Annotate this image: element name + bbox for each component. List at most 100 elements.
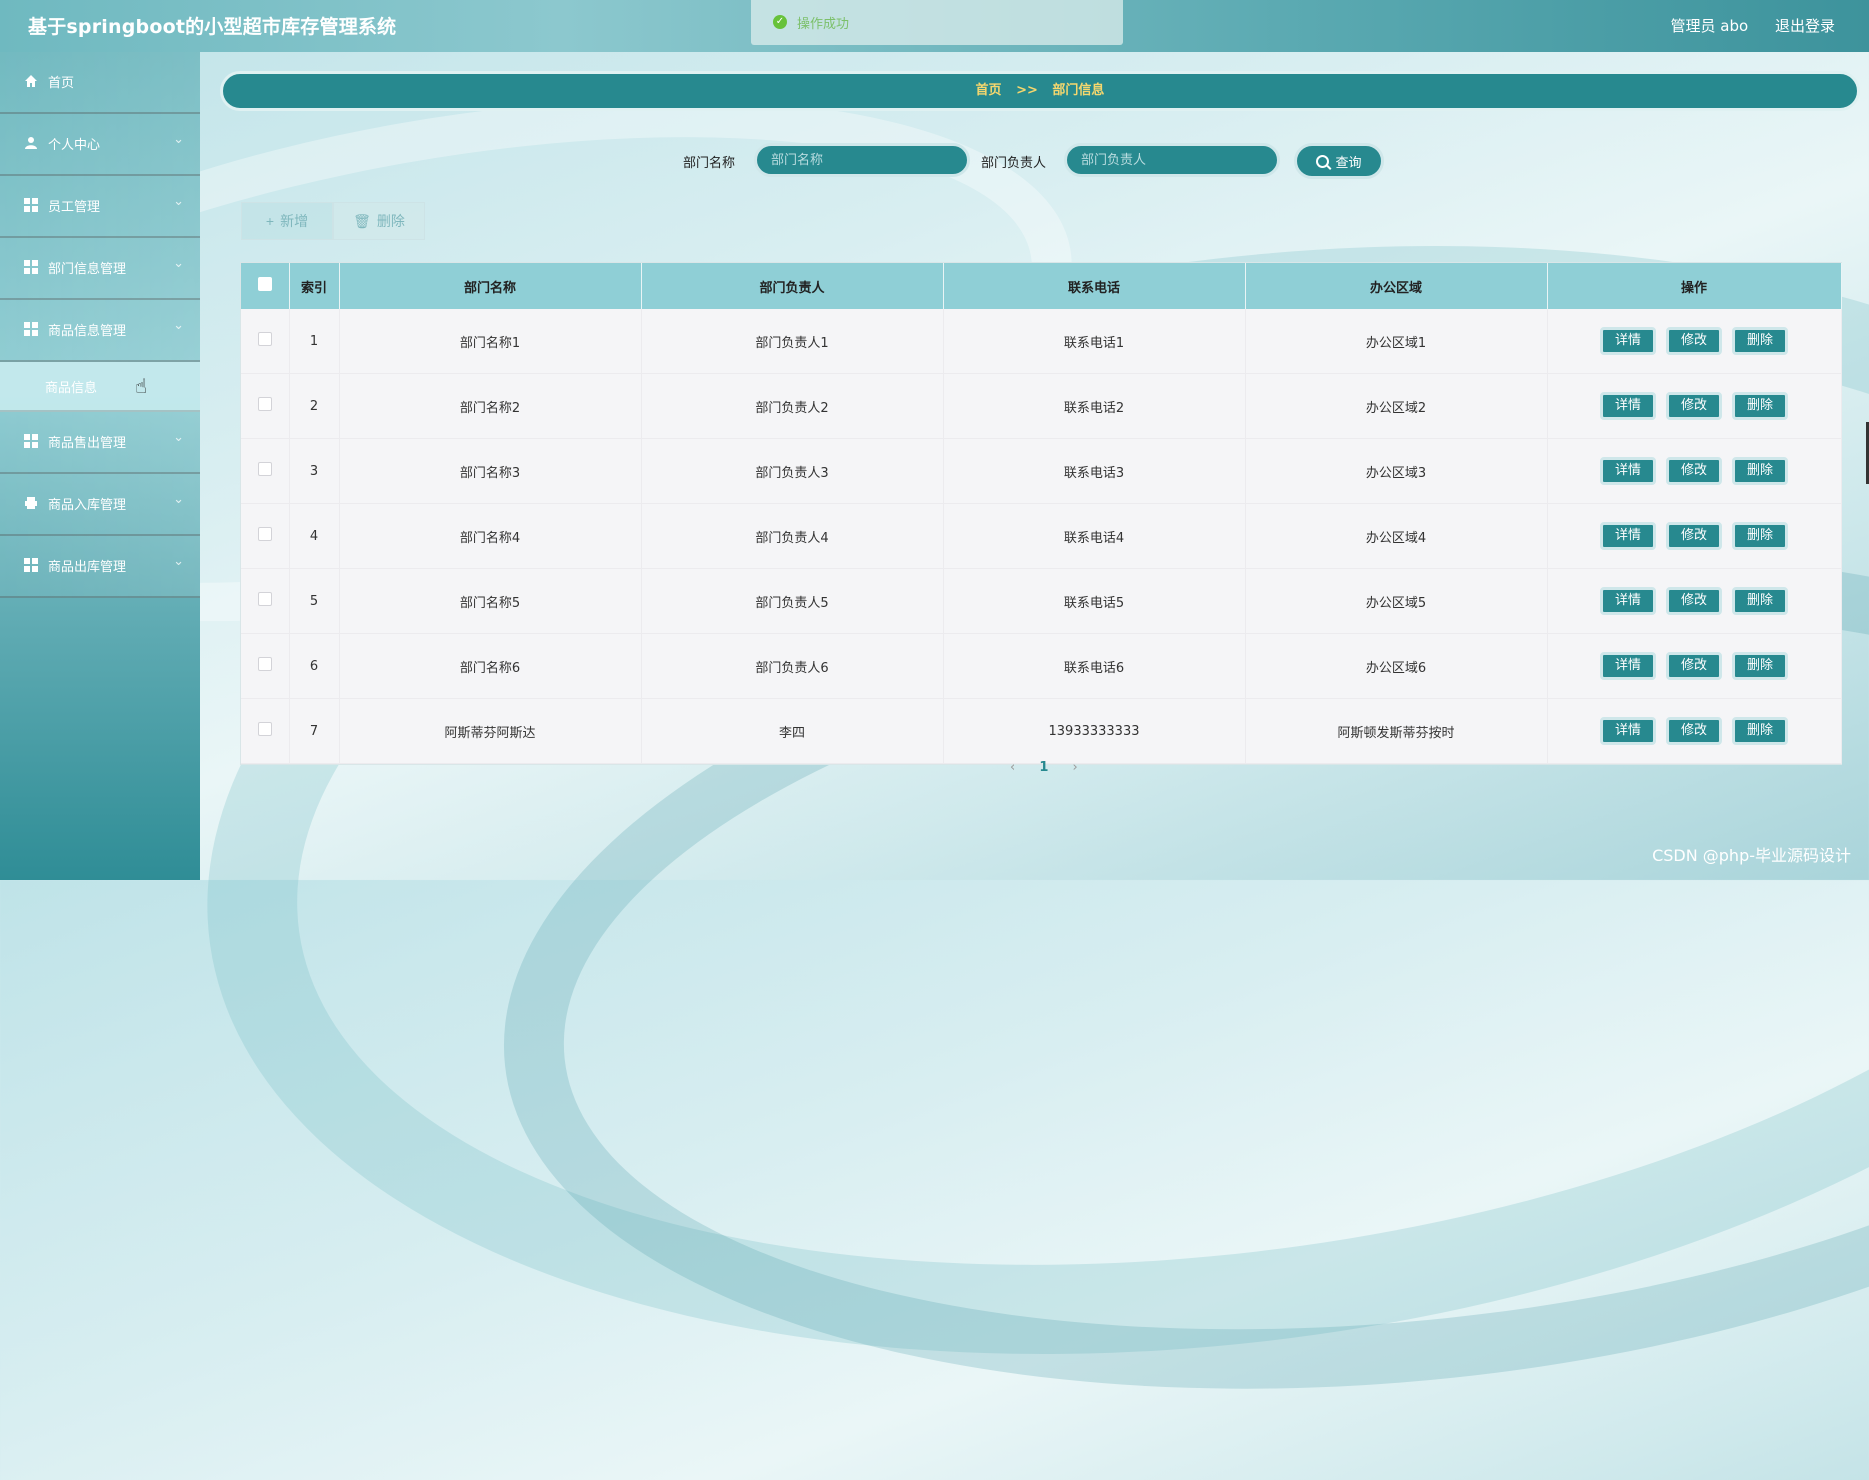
table-row: 2 部门名称2 部门负责人2 联系电话2 办公区域2 详情 修改 删除 [241, 373, 1842, 439]
next-page-button[interactable]: › [1073, 760, 1078, 775]
sidebar-item-sales-management[interactable]: 商品售出管理 ⌄ [0, 412, 200, 474]
cell-index: 5 [289, 568, 340, 634]
chevron-down-icon: ⌄ [173, 256, 184, 271]
printer-icon [25, 497, 37, 509]
cell-dept-name: 部门名称5 [339, 568, 642, 634]
sidebar: 首页 个人中心 ⌄ 员工管理 ⌄ 部门信息管理 ⌄ 商品信息管理 ⌄ 商品信息 … [0, 52, 200, 880]
cell-office-area: 办公区域2 [1245, 373, 1548, 439]
row-checkbox[interactable] [257, 722, 272, 736]
sidebar-item-employee-management[interactable]: 员工管理 ⌄ [0, 176, 200, 238]
table-row: 5 部门名称5 部门负责人5 联系电话5 办公区域5 详情 修改 删除 [241, 568, 1842, 634]
row-checkbox[interactable] [257, 657, 272, 671]
row-select-cell[interactable] [241, 438, 290, 504]
detail-button[interactable]: 详情 [1600, 392, 1656, 420]
row-checkbox[interactable] [257, 592, 272, 606]
row-checkbox[interactable] [257, 527, 272, 541]
row-select-cell[interactable] [241, 309, 290, 374]
row-select-cell[interactable] [241, 373, 290, 439]
edit-button[interactable]: 修改 [1666, 327, 1722, 355]
cell-operations: 详情 修改 删除 [1547, 633, 1842, 699]
cell-phone: 联系电话5 [943, 568, 1246, 634]
cell-operations: 详情 修改 删除 [1547, 438, 1842, 504]
page-number[interactable]: 1 [1039, 760, 1048, 775]
row-select-cell[interactable] [241, 698, 290, 764]
detail-button[interactable]: 详情 [1600, 327, 1656, 355]
query-button[interactable]: 查询 [1294, 143, 1384, 179]
table-row: 6 部门名称6 部门负责人6 联系电话6 办公区域6 详情 修改 删除 [241, 633, 1842, 699]
grid-icon [24, 260, 38, 274]
delete-button[interactable]: 删除 [1732, 717, 1788, 745]
delete-button[interactable]: 删除 [1732, 652, 1788, 680]
edit-button[interactable]: 修改 [1666, 392, 1722, 420]
row-select-cell[interactable] [241, 503, 290, 569]
table-row: 7 阿斯蒂芬阿斯达 李四 13933333333 阿斯顿发斯蒂芬按时 详情 修改 删除 [241, 698, 1842, 764]
delete-button[interactable]: 删除 [1732, 392, 1788, 420]
detail-button[interactable]: 详情 [1600, 457, 1656, 485]
detail-button[interactable]: 详情 [1600, 717, 1656, 745]
sidebar-item-department-management[interactable]: 部门信息管理 ⌄ [0, 238, 200, 300]
row-select-cell[interactable] [241, 633, 290, 699]
cell-dept-name: 部门名称4 [339, 503, 642, 569]
header-user-area: 管理员 abo 退出登录 [1649, 15, 1835, 36]
grid-icon [24, 558, 38, 572]
department-table: 索引 部门名称 部门负责人 联系电话 办公区域 操作 1 部门名称1 部门负责人1 联… [240, 262, 1842, 765]
dept-name-input[interactable] [754, 143, 970, 177]
sidebar-item-personal-center[interactable]: 个人中心 ⌄ [0, 114, 200, 176]
cell-dept-name: 部门名称6 [339, 633, 642, 699]
grid-icon [24, 198, 38, 212]
sidebar-item-label: 部门信息管理 [48, 262, 127, 277]
cell-index: 6 [289, 633, 340, 699]
edit-button[interactable]: 修改 [1666, 587, 1722, 615]
grid-icon [24, 322, 38, 336]
dept-head-label: 部门负责人 [981, 156, 1047, 171]
table-header-row: 索引 部门名称 部门负责人 联系电话 办公区域 操作 [241, 263, 1842, 309]
row-checkbox[interactable] [257, 332, 272, 346]
cell-index: 3 [289, 438, 340, 504]
grid-icon [24, 434, 38, 448]
delete-button[interactable]: 删除 [1732, 587, 1788, 615]
edit-button[interactable]: 修改 [1666, 717, 1722, 745]
cell-index: 1 [289, 309, 340, 374]
sidebar-item-stock-out-management[interactable]: 商品出库管理 ⌄ [0, 536, 200, 598]
cell-operations: 详情 修改 删除 [1547, 309, 1842, 374]
edit-button[interactable]: 修改 [1666, 457, 1722, 485]
breadcrumb-home[interactable]: 首页 [976, 83, 1002, 98]
chevron-down-icon: ⌄ [173, 430, 184, 445]
row-checkbox[interactable] [257, 462, 272, 476]
cell-dept-name: 阿斯蒂芬阿斯达 [339, 698, 642, 764]
chevron-down-icon: ⌄ [173, 194, 184, 209]
table-row: 4 部门名称4 部门负责人4 联系电话4 办公区域4 详情 修改 删除 [241, 503, 1842, 569]
sidebar-subitem-product-info[interactable]: 商品信息 ☝ [0, 362, 200, 412]
sidebar-item-label: 商品信息管理 [48, 324, 127, 339]
cell-index: 7 [289, 698, 340, 764]
add-button-label: 新增 [280, 213, 309, 229]
toast-message: 操作成功 [797, 17, 850, 32]
sidebar-item-product-management[interactable]: 商品信息管理 ⌄ [0, 300, 200, 362]
delete-button[interactable]: 删除 [1732, 457, 1788, 485]
add-button[interactable]: + 新增 [241, 202, 333, 240]
cell-office-area: 办公区域1 [1245, 309, 1548, 374]
row-checkbox[interactable] [257, 397, 272, 411]
delete-button[interactable]: 删除 [1732, 327, 1788, 355]
prev-page-button[interactable]: ‹ [1010, 760, 1015, 775]
cell-phone: 联系电话4 [943, 503, 1246, 569]
breadcrumb-separator: >> [1016, 83, 1038, 98]
dept-head-input[interactable] [1064, 143, 1280, 177]
cell-dept-head: 部门负责人4 [641, 503, 944, 569]
delete-button[interactable]: 删除 [1732, 522, 1788, 550]
edit-button[interactable]: 修改 [1666, 522, 1722, 550]
sidebar-item-label: 个人中心 [48, 138, 101, 153]
detail-button[interactable]: 详情 [1600, 587, 1656, 615]
edit-button[interactable]: 修改 [1666, 652, 1722, 680]
detail-button[interactable]: 详情 [1600, 652, 1656, 680]
select-all-cell[interactable] [241, 263, 290, 309]
sidebar-item-stock-in-management[interactable]: 商品入库管理 ⌄ [0, 474, 200, 536]
select-all-checkbox[interactable] [257, 277, 272, 291]
logout-link[interactable]: 退出登录 [1775, 17, 1835, 35]
detail-button[interactable]: 详情 [1600, 522, 1656, 550]
sidebar-item-home[interactable]: 首页 [0, 52, 200, 114]
hand-cursor-icon: ☝ [135, 374, 148, 398]
cell-operations: 详情 修改 删除 [1547, 373, 1842, 439]
row-select-cell[interactable] [241, 568, 290, 634]
batch-delete-button[interactable]: 🗑 删除 [333, 202, 425, 240]
